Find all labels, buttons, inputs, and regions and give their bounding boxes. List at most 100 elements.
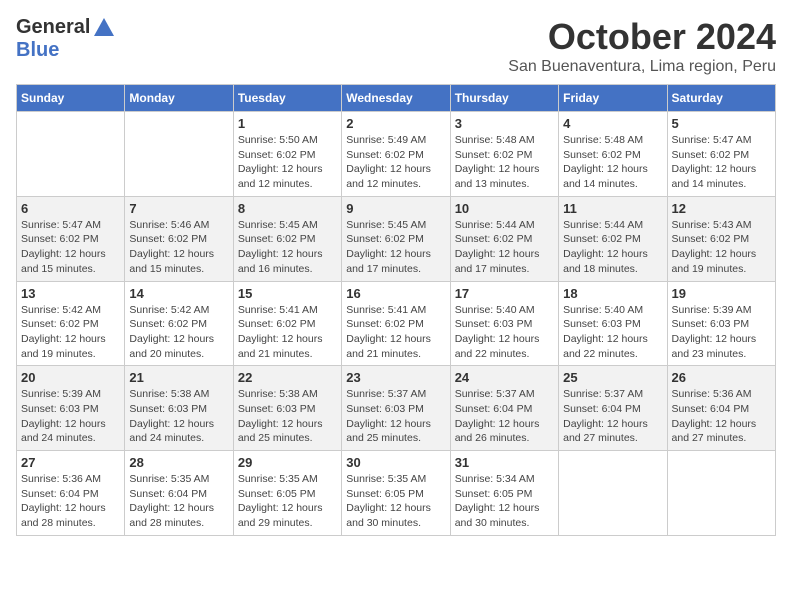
day-info: Sunrise: 5:37 AMSunset: 6:04 PMDaylight:… [455, 387, 554, 446]
day-info: Sunrise: 5:44 AMSunset: 6:02 PMDaylight:… [563, 218, 662, 277]
day-number: 8 [238, 201, 337, 216]
page-header: General Blue October 2024 San Buenaventu… [16, 16, 776, 76]
calendar-week-row: 13 Sunrise: 5:42 AMSunset: 6:02 PMDayligh… [17, 281, 776, 366]
calendar-cell: 26Sunrise: 5:36 AMSunset: 6:04 PMDayligh… [667, 366, 775, 451]
calendar-cell: 20Sunrise: 5:39 AMSunset: 6:03 PMDayligh… [17, 366, 125, 451]
calendar-week-row: 20Sunrise: 5:39 AMSunset: 6:03 PMDayligh… [17, 366, 776, 451]
day-number: 15 [238, 286, 337, 301]
day-number: 21 [129, 370, 228, 385]
logo-triangle-icon [94, 18, 114, 36]
calendar-cell: 30 Sunrise: 5:35 AMSunset: 6:05 PMDayligh… [342, 451, 450, 536]
day-number: 11 [563, 201, 662, 216]
day-info: Sunrise: 5:41 AMSunset: 6:02 PMDaylight:… [346, 303, 445, 362]
day-number: 9 [346, 201, 445, 216]
calendar-cell: 16 Sunrise: 5:41 AMSunset: 6:02 PMDayligh… [342, 281, 450, 366]
calendar-cell: 12 Sunrise: 5:43 AMSunset: 6:02 PMDayligh… [667, 196, 775, 281]
day-number: 5 [672, 116, 771, 131]
logo-general-text: General [16, 16, 90, 39]
day-info: Sunrise: 5:42 AMSunset: 6:02 PMDaylight:… [21, 303, 120, 362]
calendar-cell [17, 112, 125, 197]
day-number: 17 [455, 286, 554, 301]
day-number: 24 [455, 370, 554, 385]
day-info: Sunrise: 5:42 AMSunset: 6:02 PMDaylight:… [129, 303, 228, 362]
calendar-cell: 5Sunrise: 5:47 AMSunset: 6:02 PMDaylight… [667, 112, 775, 197]
day-info: Sunrise: 5:40 AMSunset: 6:03 PMDaylight:… [563, 303, 662, 362]
calendar-cell: 23 Sunrise: 5:37 AMSunset: 6:03 PMDayligh… [342, 366, 450, 451]
day-info: Sunrise: 5:35 AMSunset: 6:05 PMDaylight:… [238, 472, 337, 531]
calendar-cell: 29Sunrise: 5:35 AMSunset: 6:05 PMDayligh… [233, 451, 341, 536]
calendar-cell: 14Sunrise: 5:42 AMSunset: 6:02 PMDayligh… [125, 281, 233, 366]
day-info: Sunrise: 5:50 AMSunset: 6:02 PMDaylight:… [238, 133, 337, 192]
day-info: Sunrise: 5:39 AMSunset: 6:03 PMDaylight:… [672, 303, 771, 362]
day-info: Sunrise: 5:45 AMSunset: 6:02 PMDaylight:… [346, 218, 445, 277]
month-title: October 2024 [508, 16, 776, 58]
calendar-cell: 31Sunrise: 5:34 AMSunset: 6:05 PMDayligh… [450, 451, 558, 536]
day-info: Sunrise: 5:46 AMSunset: 6:02 PMDaylight:… [129, 218, 228, 277]
location-subtitle: San Buenaventura, Lima region, Peru [508, 58, 776, 76]
day-number: 3 [455, 116, 554, 131]
calendar-cell: 11 Sunrise: 5:44 AMSunset: 6:02 PMDayligh… [559, 196, 667, 281]
calendar-cell: 13 Sunrise: 5:42 AMSunset: 6:02 PMDayligh… [17, 281, 125, 366]
calendar-week-row: 1Sunrise: 5:50 AMSunset: 6:02 PMDaylight… [17, 112, 776, 197]
day-number: 30 [346, 455, 445, 470]
calendar-cell: 7Sunrise: 5:46 AMSunset: 6:02 PMDaylight… [125, 196, 233, 281]
day-number: 22 [238, 370, 337, 385]
day-number: 23 [346, 370, 445, 385]
calendar-cell: 4Sunrise: 5:48 AMSunset: 6:02 PMDaylight… [559, 112, 667, 197]
day-info: Sunrise: 5:37 AMSunset: 6:04 PMDaylight:… [563, 387, 662, 446]
calendar-header-row: SundayMondayTuesdayWednesdayThursdayFrid… [17, 85, 776, 112]
calendar-table: SundayMondayTuesdayWednesdayThursdayFrid… [16, 84, 776, 536]
calendar-cell: 19Sunrise: 5:39 AMSunset: 6:03 PMDayligh… [667, 281, 775, 366]
day-info: Sunrise: 5:49 AMSunset: 6:02 PMDaylight:… [346, 133, 445, 192]
calendar-cell: 27Sunrise: 5:36 AMSunset: 6:04 PMDayligh… [17, 451, 125, 536]
calendar-cell: 3 Sunrise: 5:48 AMSunset: 6:02 PMDaylight… [450, 112, 558, 197]
day-number: 6 [21, 201, 120, 216]
calendar-cell: 9 Sunrise: 5:45 AMSunset: 6:02 PMDaylight… [342, 196, 450, 281]
day-number: 18 [563, 286, 662, 301]
weekday-header: Friday [559, 85, 667, 112]
day-info: Sunrise: 5:38 AMSunset: 6:03 PMDaylight:… [129, 387, 228, 446]
day-number: 2 [346, 116, 445, 131]
day-info: Sunrise: 5:35 AMSunset: 6:04 PMDaylight:… [129, 472, 228, 531]
day-info: Sunrise: 5:34 AMSunset: 6:05 PMDaylight:… [455, 472, 554, 531]
day-info: Sunrise: 5:35 AMSunset: 6:05 PMDaylight:… [346, 472, 445, 531]
calendar-week-row: 6 Sunrise: 5:47 AMSunset: 6:02 PMDaylight… [17, 196, 776, 281]
weekday-header: Monday [125, 85, 233, 112]
weekday-header: Tuesday [233, 85, 341, 112]
calendar-cell: 21 Sunrise: 5:38 AMSunset: 6:03 PMDayligh… [125, 366, 233, 451]
calendar-cell [125, 112, 233, 197]
calendar-cell [667, 451, 775, 536]
calendar-cell: 24 Sunrise: 5:37 AMSunset: 6:04 PMDayligh… [450, 366, 558, 451]
calendar-cell: 18 Sunrise: 5:40 AMSunset: 6:03 PMDayligh… [559, 281, 667, 366]
day-info: Sunrise: 5:38 AMSunset: 6:03 PMDaylight:… [238, 387, 337, 446]
calendar-cell [559, 451, 667, 536]
day-info: Sunrise: 5:39 AMSunset: 6:03 PMDaylight:… [21, 387, 120, 446]
weekday-header: Wednesday [342, 85, 450, 112]
calendar-week-row: 27Sunrise: 5:36 AMSunset: 6:04 PMDayligh… [17, 451, 776, 536]
calendar-cell: 28Sunrise: 5:35 AMSunset: 6:04 PMDayligh… [125, 451, 233, 536]
weekday-header: Saturday [667, 85, 775, 112]
weekday-header: Sunday [17, 85, 125, 112]
day-number: 10 [455, 201, 554, 216]
calendar-cell: 17Sunrise: 5:40 AMSunset: 6:03 PMDayligh… [450, 281, 558, 366]
day-number: 12 [672, 201, 771, 216]
day-number: 13 [21, 286, 120, 301]
calendar-cell: 2 Sunrise: 5:49 AMSunset: 6:02 PMDaylight… [342, 112, 450, 197]
day-info: Sunrise: 5:47 AMSunset: 6:02 PMDaylight:… [21, 218, 120, 277]
logo-blue-text: Blue [16, 39, 59, 62]
day-info: Sunrise: 5:37 AMSunset: 6:03 PMDaylight:… [346, 387, 445, 446]
day-info: Sunrise: 5:36 AMSunset: 6:04 PMDaylight:… [21, 472, 120, 531]
calendar-cell: 6 Sunrise: 5:47 AMSunset: 6:02 PMDaylight… [17, 196, 125, 281]
calendar-cell: 22 Sunrise: 5:38 AMSunset: 6:03 PMDayligh… [233, 366, 341, 451]
day-info: Sunrise: 5:45 AMSunset: 6:02 PMDaylight:… [238, 218, 337, 277]
day-info: Sunrise: 5:43 AMSunset: 6:02 PMDaylight:… [672, 218, 771, 277]
day-info: Sunrise: 5:36 AMSunset: 6:04 PMDaylight:… [672, 387, 771, 446]
title-block: October 2024 San Buenaventura, Lima regi… [508, 16, 776, 76]
day-number: 4 [563, 116, 662, 131]
day-info: Sunrise: 5:48 AMSunset: 6:02 PMDaylight:… [455, 133, 554, 192]
weekday-header: Thursday [450, 85, 558, 112]
calendar-cell: 1Sunrise: 5:50 AMSunset: 6:02 PMDaylight… [233, 112, 341, 197]
calendar-body: 1Sunrise: 5:50 AMSunset: 6:02 PMDaylight… [17, 112, 776, 536]
day-number: 16 [346, 286, 445, 301]
calendar-cell: 8 Sunrise: 5:45 AMSunset: 6:02 PMDaylight… [233, 196, 341, 281]
